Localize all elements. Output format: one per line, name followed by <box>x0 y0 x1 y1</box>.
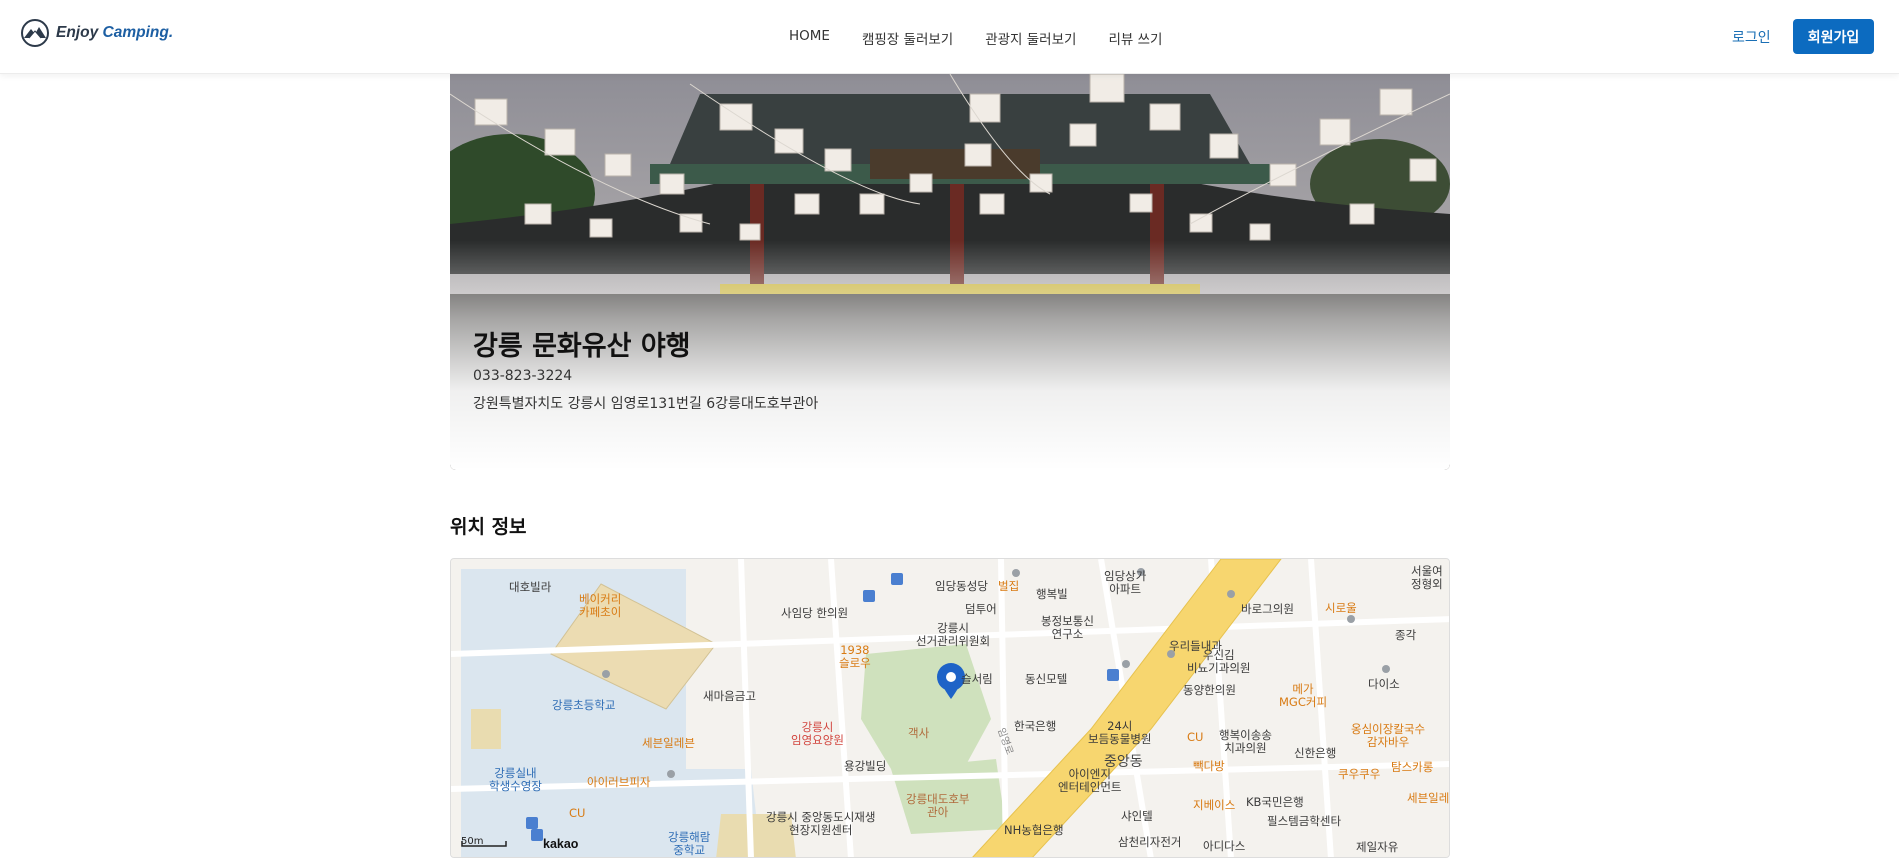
map-label: 세븐일레 <box>1407 791 1450 805</box>
map-label: 다이소 <box>1368 677 1400 691</box>
map-label: 필스템금학센타 <box>1267 814 1342 828</box>
map-label: 강릉해람 중학교 <box>668 830 711 857</box>
map-label: CU <box>569 806 586 820</box>
login-link[interactable]: 로그인 <box>1732 27 1771 47</box>
map-label: 벌집 <box>998 579 1020 593</box>
map-label: 아디다스 <box>1203 839 1246 853</box>
map-label: 행복빌 <box>1036 587 1068 601</box>
logo[interactable]: Enjoy Camping. <box>20 18 173 48</box>
main-nav: HOME 캠핑장 둘러보기 관광지 둘러보기 리뷰 쓰기 <box>789 28 1162 48</box>
map-label: 우신김 비뇨기과의원 <box>1187 648 1251 675</box>
map-label: 임당동성당 <box>935 579 988 593</box>
map-label: 임당상가 아파트 <box>1104 569 1147 596</box>
map-label: 시로울 <box>1325 601 1357 615</box>
place-title: 강릉 문화유산 야행 <box>473 331 691 362</box>
map-label: 강릉시 임영요양원 <box>791 720 844 747</box>
top-navbar: Enjoy Camping. HOME 캠핑장 둘러보기 관광지 둘러보기 리뷰… <box>0 0 1899 74</box>
nav-home[interactable]: HOME <box>789 28 830 48</box>
map-label: 탐스카롱 <box>1391 760 1434 774</box>
place-phone: 033-823-3224 <box>473 368 573 384</box>
map-label: 강릉초등학교 <box>552 698 616 712</box>
map-label: 사임당 한의원 <box>781 606 849 620</box>
logo-text-enjoy: Enjoy <box>56 24 99 41</box>
map-label: 세븐일레븐 <box>642 736 695 750</box>
nav-campgrounds[interactable]: 캠핑장 둘러보기 <box>862 28 953 48</box>
map-label: 쿠우쿠우 <box>1338 767 1381 781</box>
map-label: 샤인텔 <box>1121 809 1153 823</box>
map-label: 강릉시 중앙동도시재생 현장지원센터 <box>766 810 876 837</box>
map-label: 빽다방 <box>1193 759 1225 773</box>
map-label: 바로그의원 <box>1241 602 1294 616</box>
map-label: 24시 보듬동물병원 <box>1088 719 1152 746</box>
place-address: 강원특별자치도 강릉시 임영로131번길 6강릉대도호부관아 <box>473 396 819 412</box>
map-label: 옹심이장칼국수 감자바우 <box>1351 722 1426 749</box>
map-label: CU <box>1187 730 1204 744</box>
map-label: 메가 MGC커피 <box>1279 682 1328 709</box>
map-label: 아이엔지 엔터테인먼트 <box>1058 767 1122 794</box>
map-label: 1938 슬로우 <box>839 643 871 670</box>
map-label: 서울여 정형외 <box>1411 564 1443 591</box>
logo-text-camping: Camping. <box>102 24 174 41</box>
logo-text: Enjoy Camping. <box>56 24 173 42</box>
map-label: 봉정보통신 연구소 <box>1041 614 1094 641</box>
map-label: 한국은행 <box>1014 719 1057 733</box>
map-label: 동신모텔 <box>1025 672 1068 686</box>
nav-attractions[interactable]: 관광지 둘러보기 <box>985 28 1076 48</box>
map-label: 제일자유 <box>1356 840 1399 854</box>
map-label: 강릉대도호부 관아 <box>906 792 970 819</box>
map-label: KB국민은행 <box>1246 795 1304 809</box>
map-label: 베이커리 카페초이 <box>579 592 622 619</box>
map-label: 지베이스 <box>1193 798 1236 812</box>
map-label: 아이러브피자 <box>587 775 651 789</box>
map-label: 종각 <box>1395 628 1417 642</box>
map-label: 강릉실내 학생수영장 <box>489 766 542 793</box>
map-label: 용강빌딩 <box>844 759 887 773</box>
camping-logo-icon <box>21 19 49 47</box>
map-label: 대호빌라 <box>509 580 552 594</box>
map-brand-logo[interactable]: kakao <box>543 837 578 851</box>
location-map[interactable]: 대호빌라 베이커리 카페초이 사임당 한의원 임당동성당 벌집 임당상가 아파트… <box>450 558 1450 858</box>
hero-banner: 강릉 문화유산 야행 033-823-3224 강원특별자치도 강릉시 임영로1… <box>450 74 1450 470</box>
map-label: 동양한의원 <box>1183 683 1236 697</box>
map-label: 강릉시 선거관리위원회 <box>916 621 991 648</box>
nav-write-review[interactable]: 리뷰 쓰기 <box>1108 28 1162 48</box>
map-scale-label: 50m <box>461 836 484 847</box>
map-label: 덤투어 <box>965 602 997 616</box>
map-label: 슬서림 <box>961 672 993 686</box>
signup-button[interactable]: 회원가입 <box>1793 19 1874 54</box>
map-label: NH농협은행 <box>1004 823 1064 837</box>
map-label: 새마음금고 <box>703 689 756 703</box>
location-section-title: 위치 정보 <box>450 516 527 538</box>
map-label: 신한은행 <box>1294 746 1337 760</box>
map-label: 행복이송송 치과의원 <box>1219 728 1272 755</box>
map-label: 객사 <box>908 726 930 740</box>
map-label: 삼천리자전거 <box>1118 835 1182 849</box>
